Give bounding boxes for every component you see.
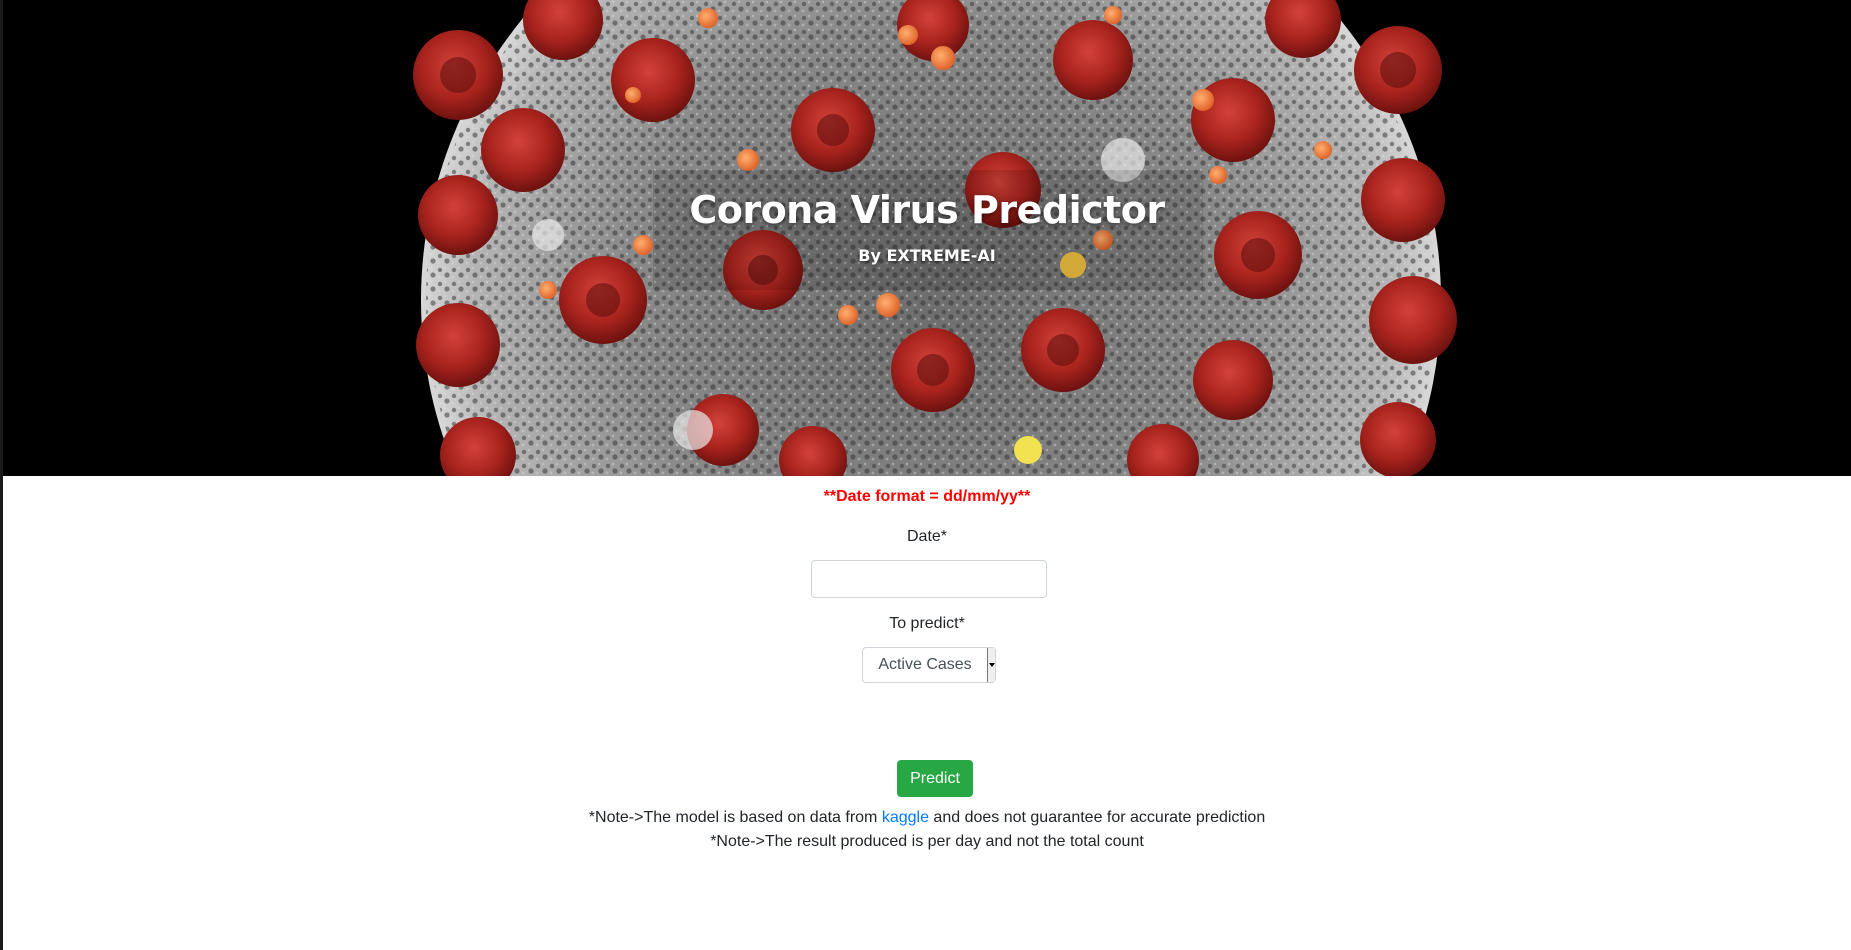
date-format-notice: **Date format = dd/mm/yy** [823,488,1031,505]
page: Corona Virus Predictor By EXTREME-AI **D… [0,0,1851,950]
note-data-source-prefix: *Note->The model is based on data from [588,809,882,826]
hero-banner: Corona Virus Predictor By EXTREME-AI [3,0,1851,476]
page-title: Corona Virus Predictor [689,188,1165,232]
note-per-day: *Note->The result produced is per day an… [710,833,1144,850]
page-subtitle: By EXTREME-AI [858,246,996,265]
note-data-source: *Note->The model is based on data from k… [3,809,1851,827]
to-predict-label: To predict* [889,615,965,632]
to-predict-selected-value: Active Cases [878,656,972,673]
note-data-source-suffix: and does not guarantee for accurate pred… [928,809,1266,826]
predict-button[interactable]: Predict [897,760,973,797]
date-label: Date* [906,528,948,545]
coronavirus-image [3,0,1851,476]
date-input[interactable] [811,560,1047,598]
to-predict-select[interactable]: Active Cases [862,647,996,683]
chevron-down-icon[interactable] [987,648,995,682]
kaggle-link[interactable]: kaggle [882,809,929,826]
